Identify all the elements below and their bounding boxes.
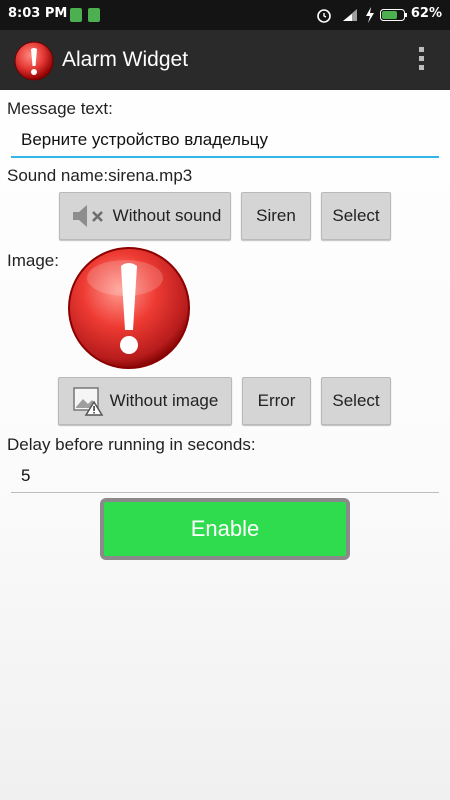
- message-input[interactable]: [11, 124, 439, 156]
- message-field-wrapper: [11, 124, 439, 158]
- alarm-clock-icon: [317, 9, 331, 23]
- charging-bolt-icon: [366, 7, 374, 23]
- broken-image-icon: [72, 387, 103, 416]
- enable-label: Enable: [190, 516, 260, 541]
- delay-input[interactable]: [11, 459, 439, 492]
- alert-app-icon: [14, 41, 54, 81]
- delay-label: Delay before running in seconds:: [7, 435, 256, 454]
- android-icon: [88, 8, 100, 22]
- select-image-label: Select: [332, 391, 380, 410]
- select-sound-label: Select: [332, 206, 380, 225]
- error-image-label: Error: [257, 391, 296, 410]
- without-image-label: Without image: [109, 391, 219, 410]
- enable-button[interactable]: Enable: [100, 498, 350, 560]
- without-sound-button[interactable]: Without sound: [59, 192, 231, 240]
- select-sound-button[interactable]: Select: [321, 192, 391, 240]
- app-title: Alarm Widget: [62, 48, 189, 71]
- battery-icon: [380, 9, 407, 21]
- alert-image-preview: [68, 247, 190, 369]
- without-image-button[interactable]: Without image: [58, 377, 232, 425]
- notification-icon: [70, 8, 82, 22]
- sound-label: Sound name:sirena.mp3: [7, 166, 193, 185]
- without-sound-label: Without sound: [112, 206, 222, 225]
- signal-icon: [343, 9, 357, 21]
- image-label: Image:: [7, 251, 59, 270]
- battery-percent: 62%: [410, 6, 442, 21]
- more-vert-icon[interactable]: [416, 44, 426, 76]
- mute-speaker-icon: [72, 205, 103, 227]
- delay-field-wrapper: [11, 459, 439, 493]
- status-time: 8:03 PM: [8, 6, 68, 21]
- siren-button[interactable]: Siren: [241, 192, 311, 240]
- status-bar: 8:03 PM 62%: [0, 0, 450, 30]
- siren-label: Siren: [256, 206, 296, 225]
- error-image-button[interactable]: Error: [242, 377, 311, 425]
- message-label: Message text:: [7, 99, 113, 118]
- select-image-button[interactable]: Select: [321, 377, 391, 425]
